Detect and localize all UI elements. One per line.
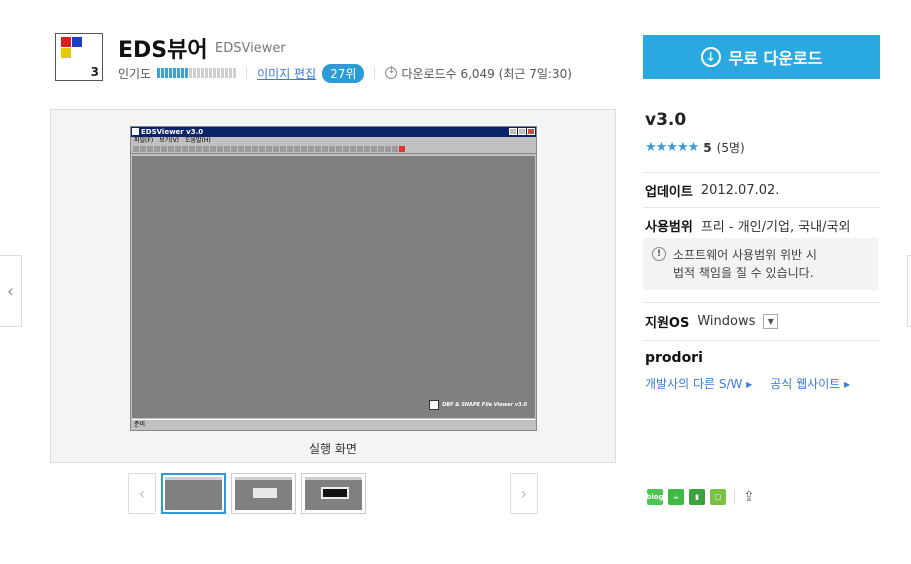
app-title: EDS뷰어 bbox=[118, 38, 208, 63]
about-text: DBF & SHAPE File Viewer v3.0 bbox=[442, 402, 527, 408]
popularity-bar bbox=[157, 68, 237, 78]
blog-share-icon[interactable]: blog bbox=[646, 489, 664, 505]
download-count-icon bbox=[385, 65, 398, 79]
official-website-link[interactable]: 공식 웹사이트 ▸ bbox=[770, 375, 850, 392]
next-app-button[interactable] bbox=[907, 255, 911, 327]
download-count: 다운로드수 6,049 (최근 7일:30) bbox=[401, 66, 572, 81]
blue-square-icon bbox=[72, 37, 82, 47]
divider bbox=[374, 67, 376, 79]
window-statusbar: 준비 bbox=[132, 419, 535, 429]
share-bar: blog ☕ ▮ ▢ ⇪ bbox=[646, 489, 755, 505]
popularity-label: 인기도 bbox=[118, 66, 152, 81]
rating-score: 5 bbox=[703, 140, 712, 155]
divider bbox=[643, 172, 880, 173]
update-row: 업데이트 2012.07.02. bbox=[645, 181, 779, 200]
chevron-down-icon[interactable]: ▼ bbox=[763, 314, 779, 329]
usage-row: 사용범위 프리 - 개인/기업, 국내/국외 bbox=[645, 216, 850, 235]
memo-share-icon[interactable]: ▢ bbox=[710, 489, 726, 505]
warning-line-1: 소프트웨어 사용범위 위반 시 bbox=[673, 248, 817, 262]
window-canvas: DBF & SHAPE File Viewer v3.0 bbox=[132, 156, 535, 418]
about-icon bbox=[429, 400, 440, 410]
screenshot-caption: 실행 화면 bbox=[309, 442, 357, 456]
menu-file: 파일(F) bbox=[134, 137, 154, 144]
meta-row: 인기도 이미지 편집 27위 다운로드수 6,049 (최근 7일:30) bbox=[118, 63, 572, 83]
exclamation-icon: ! bbox=[652, 247, 666, 261]
window-title: EDSViewer v3.0 bbox=[141, 128, 204, 136]
warning-line-2: 법적 책임을 질 수 있습니다. bbox=[673, 266, 814, 280]
screenshot-image[interactable]: EDSViewer v3.0 파일(F) 보기(V) 도움말(H) DBF & … bbox=[130, 126, 537, 431]
license-warning: ! 소프트웨어 사용범위 위반 시 법적 책임을 질 수 있습니다. bbox=[643, 238, 878, 290]
send-share-icon[interactable]: ⇪ bbox=[743, 489, 755, 505]
thumbnail-3[interactable] bbox=[301, 473, 366, 514]
app-subtitle: EDSViewer bbox=[215, 41, 286, 56]
menu-help: 도움말(H) bbox=[185, 137, 211, 144]
usage-value: 프리 - 개인/기업, 국내/국외 bbox=[700, 220, 851, 235]
window-controls bbox=[509, 128, 535, 135]
about-label: DBF & SHAPE File Viewer v3.0 bbox=[429, 400, 527, 410]
rating-count: (5명) bbox=[716, 141, 745, 155]
update-label: 업데이트 bbox=[645, 185, 693, 200]
rating: ★★★★★ 5 (5명) bbox=[645, 139, 745, 156]
rating-stars-icon: ★★★★★ bbox=[645, 140, 699, 155]
rank-badge: 27위 bbox=[322, 63, 365, 83]
developer-name[interactable]: prodori bbox=[645, 350, 703, 366]
free-download-button[interactable]: ↓ 무료 다운로드 bbox=[643, 35, 880, 79]
version: v3.0 bbox=[645, 110, 687, 130]
download-arrow-icon: ↓ bbox=[700, 47, 721, 67]
divider bbox=[643, 340, 880, 341]
image-edit-link[interactable]: 이미지 편집 bbox=[257, 65, 316, 82]
os-row: 지원OS Windows ▼ bbox=[645, 312, 779, 331]
app-icon: 3 bbox=[55, 33, 103, 81]
red-square-icon bbox=[61, 37, 71, 47]
os-label: 지원OS bbox=[645, 316, 690, 331]
cafe-share-icon[interactable]: ☕ bbox=[668, 489, 684, 505]
menu-view: 보기(V) bbox=[159, 137, 180, 144]
thumb-next-button[interactable]: › bbox=[510, 473, 538, 514]
window-titlebar: EDSViewer v3.0 bbox=[131, 127, 536, 137]
thumb-prev-button[interactable]: ‹ bbox=[128, 473, 156, 514]
thumbnail-1[interactable] bbox=[161, 473, 226, 514]
window-toolbar bbox=[131, 145, 536, 154]
bookmark-share-icon[interactable]: ▮ bbox=[689, 489, 705, 505]
developer-links: 개발사의 다른 S/W ▸ 공식 웹사이트 ▸ bbox=[645, 375, 850, 392]
divider bbox=[643, 302, 880, 303]
window-menu: 파일(F) 보기(V) 도움말(H) bbox=[131, 137, 536, 145]
other-software-link[interactable]: 개발사의 다른 S/W ▸ bbox=[645, 375, 752, 392]
download-button-label: 무료 다운로드 bbox=[728, 49, 823, 68]
screenshot-viewer: EDSViewer v3.0 파일(F) 보기(V) 도움말(H) DBF & … bbox=[50, 109, 616, 463]
thumbnail-2[interactable] bbox=[231, 473, 296, 514]
icon-digit: 3 bbox=[90, 65, 99, 79]
yellow-square-icon bbox=[61, 48, 71, 58]
divider bbox=[734, 490, 735, 504]
update-value: 2012.07.02. bbox=[700, 183, 780, 198]
window-icon bbox=[132, 128, 139, 135]
usage-label: 사용범위 bbox=[645, 220, 693, 235]
prev-app-button[interactable]: ‹ bbox=[0, 255, 22, 327]
divider bbox=[643, 207, 880, 208]
os-value: Windows bbox=[697, 314, 756, 329]
divider bbox=[246, 67, 248, 79]
